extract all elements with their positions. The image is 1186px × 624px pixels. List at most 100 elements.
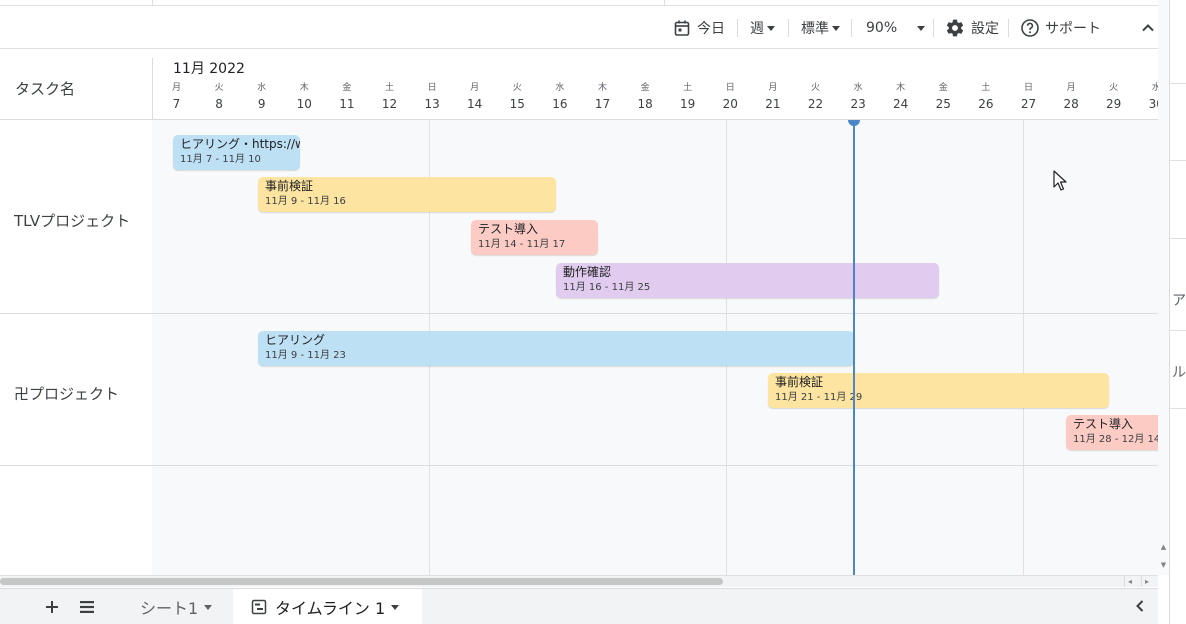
task-date-range: 11月 9 - 11月 23 xyxy=(265,350,346,361)
weekday-label: 月 xyxy=(1066,83,1076,93)
day-column: 火 22 xyxy=(801,82,831,114)
task-bar[interactable]: 事前検証 11月 9 - 11月 16 xyxy=(258,177,556,212)
task-title: 事前検証 xyxy=(265,179,314,193)
day-number-label: 28 xyxy=(1063,97,1079,111)
toolbar-separator xyxy=(1008,19,1009,37)
task-bar[interactable]: テスト導入 11月 28 - 12月 14 xyxy=(1066,415,1158,450)
week-label: 週 xyxy=(750,21,764,37)
horizontal-scrollbar-thumb[interactable] xyxy=(0,578,723,585)
weekday-label: 日 xyxy=(1023,83,1033,93)
task-title: 動作確認 xyxy=(563,265,612,279)
weekday-label: 火 xyxy=(512,83,522,93)
chevron-down-icon xyxy=(391,604,400,610)
group-divider xyxy=(0,313,1158,314)
top-strip-divider xyxy=(152,0,153,6)
day-number-label: 19 xyxy=(680,97,696,111)
day-number-label: 23 xyxy=(850,97,866,111)
day-number-label: 26 xyxy=(978,97,994,111)
day-column: 日 27 xyxy=(1014,82,1044,114)
day-column: 日 13 xyxy=(417,82,447,114)
today-button[interactable]: 今日 xyxy=(673,15,725,41)
task-title: テスト導入 xyxy=(1073,417,1134,431)
task-date-range: 11月 7 - 11月 10 xyxy=(180,154,261,165)
day-column: 水 16 xyxy=(545,82,575,114)
scroll-up-icon[interactable]: ▲ xyxy=(1158,540,1169,554)
weekday-label: 土 xyxy=(981,83,991,93)
day-column: 日 20 xyxy=(715,82,745,114)
week-divider xyxy=(1023,120,1024,575)
day-column: 土 12 xyxy=(375,82,405,114)
header-divider xyxy=(152,58,153,120)
day-number-label: 25 xyxy=(935,97,951,111)
day-number-label: 24 xyxy=(893,97,909,111)
weekday-label: 日 xyxy=(725,83,735,93)
day-column: 金 11 xyxy=(332,82,362,114)
view-mode-dropdown[interactable]: 標準 xyxy=(801,15,840,41)
sheet-tab-timeline[interactable]: タイムライン 1 xyxy=(233,589,422,624)
weekday-label: 日 xyxy=(427,83,437,93)
day-column: 土 19 xyxy=(673,82,703,114)
side-panel-toggle-button[interactable] xyxy=(1122,588,1158,624)
day-column: 月 28 xyxy=(1056,82,1086,114)
task-name-column-header: タスク名 xyxy=(15,80,76,98)
collapse-toolbar-button[interactable] xyxy=(1140,15,1156,41)
timeline-tab-label: タイムライン 1 xyxy=(275,599,386,618)
add-sheet-button[interactable] xyxy=(42,595,62,619)
weekday-label: 金 xyxy=(342,83,352,93)
support-label: サポート xyxy=(1045,21,1101,37)
panel-divider xyxy=(1170,160,1186,161)
task-bar[interactable]: テスト導入 11月 14 - 11月 17 xyxy=(471,220,598,255)
chevron-down-icon xyxy=(917,25,926,31)
chevron-down-icon xyxy=(832,25,840,31)
weekday-label: 火 xyxy=(1109,83,1119,93)
vertical-scrollbar[interactable]: ▲ ▼ xyxy=(1158,0,1169,575)
weekday-label: 水 xyxy=(853,83,863,93)
task-bar[interactable]: 事前検証 11月 21 - 11月 29 xyxy=(768,373,1109,408)
panel-edge xyxy=(1169,0,1170,624)
weekday-label: 水 xyxy=(257,83,267,93)
weekday-label: 土 xyxy=(384,83,394,93)
weekday-label: 金 xyxy=(938,83,948,93)
list-icon xyxy=(80,601,94,613)
day-number-label: 21 xyxy=(765,97,781,111)
horizontal-scrollbar[interactable]: ◂ ▸ xyxy=(0,575,1158,587)
week-dropdown[interactable]: 週 xyxy=(750,15,775,41)
toolbar-separator xyxy=(851,19,852,37)
scroll-right-icon[interactable]: ▸ xyxy=(1141,576,1152,587)
task-bar[interactable]: ヒアリング・https://www.yahoo.co.jp/11月 7 - 11… xyxy=(173,135,300,170)
day-column: 金 18 xyxy=(630,82,660,114)
top-strip-divider xyxy=(664,0,665,6)
today-line xyxy=(853,120,855,575)
toolbar-separator xyxy=(737,19,738,37)
task-title: 事前検証 xyxy=(775,375,824,389)
chevron-down-icon xyxy=(767,25,775,31)
task-bar[interactable]: ヒアリング 11月 9 - 11月 23 xyxy=(258,331,854,366)
sheet-tab-sheet1[interactable]: シート1 xyxy=(122,589,230,624)
plus-icon xyxy=(46,601,58,613)
task-bar[interactable]: 動作確認 11月 16 - 11月 25 xyxy=(556,263,939,298)
support-button[interactable]: サポート xyxy=(1020,15,1101,41)
all-sheets-button[interactable] xyxy=(76,595,98,619)
weekday-label: 月 xyxy=(768,83,778,93)
scroll-left-icon[interactable]: ◂ xyxy=(1124,576,1135,587)
task-date-range: 11月 28 - 12月 14 xyxy=(1073,434,1158,445)
settings-button[interactable]: 設定 xyxy=(945,15,999,41)
panel-text: ア xyxy=(1172,293,1186,309)
zoom-dropdown[interactable]: 90% xyxy=(866,15,926,41)
day-column: 月 14 xyxy=(460,82,490,114)
day-number-label: 16 xyxy=(552,97,568,111)
day-column: 火 29 xyxy=(1099,82,1129,114)
toolbar-separator xyxy=(933,19,934,37)
timeline-toolbar: 今日 週 標準 90% 設定 サポート xyxy=(0,7,1158,49)
panel-divider xyxy=(1170,238,1186,239)
weekday-label: 火 xyxy=(214,83,224,93)
today-label: 今日 xyxy=(697,21,725,37)
weekday-label: 木 xyxy=(597,83,607,93)
weekday-label: 木 xyxy=(896,83,906,93)
day-number-label: 22 xyxy=(807,97,824,111)
panel-divider xyxy=(1170,330,1186,331)
day-number-label: 18 xyxy=(637,97,653,111)
day-number-label: 12 xyxy=(381,97,398,111)
scroll-down-icon[interactable]: ▼ xyxy=(1158,558,1169,572)
weekday-label: 金 xyxy=(640,83,650,93)
